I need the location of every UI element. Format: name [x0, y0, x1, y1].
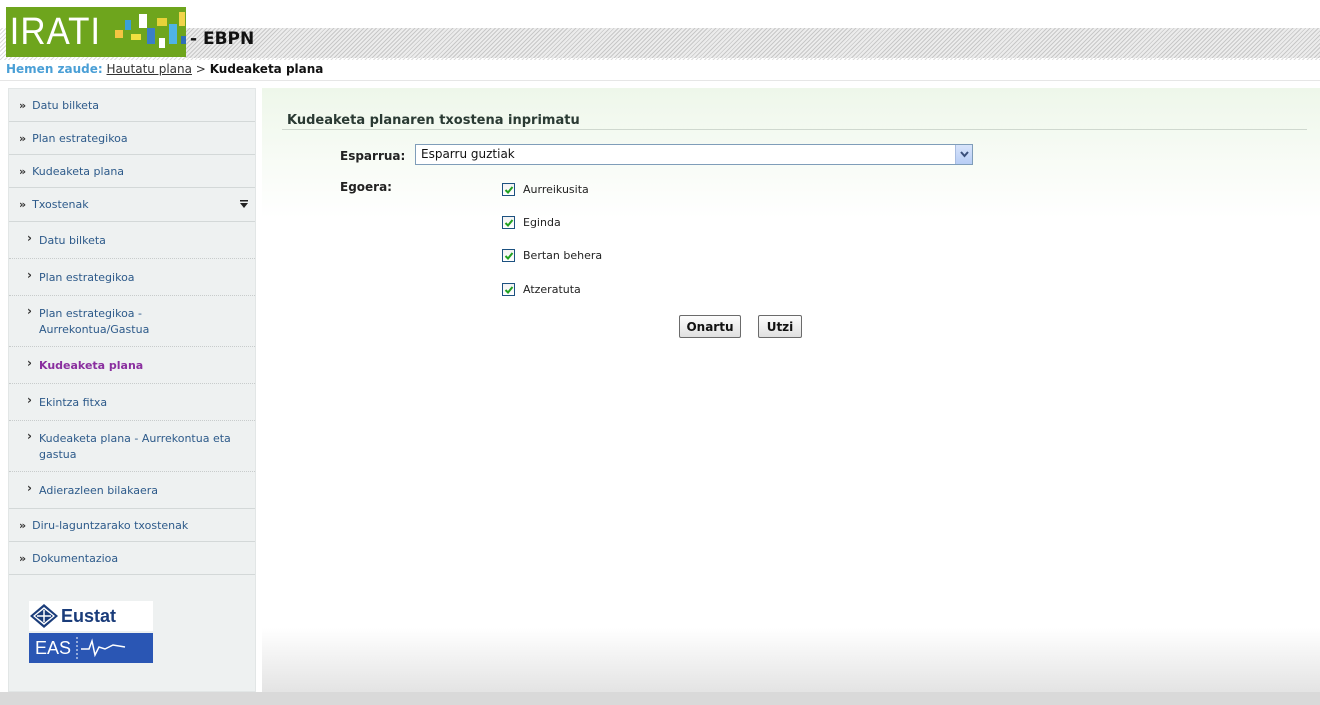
app-suffix: - EBPN	[190, 29, 255, 49]
eustat-logo-text: Eustat	[61, 605, 117, 626]
logo-text: IRATI	[9, 11, 102, 53]
footer-bar	[0, 692, 1320, 705]
sidebar-subitem-plan-estrategikoa-aurrekontua[interactable]: › Plan estrategikoa - Aurrekontua/Gastua	[9, 296, 255, 347]
sidebar-item-dokumentazioa[interactable]: » Dokumentazioa	[9, 542, 255, 575]
sidebar-subitem-adierazleen-bilakaera[interactable]: › Adierazleen bilakaera	[9, 472, 255, 509]
sidebar-item-label: Kudeaketa plana	[32, 164, 125, 178]
header-bar	[185, 28, 1320, 58]
chevron-right-icon: ›	[27, 429, 32, 443]
sidebar: » Datu bilketa » Plan estrategikoa » Kud…	[8, 88, 256, 692]
checkbox-eginda[interactable]: Eginda	[502, 216, 561, 229]
double-chevron-icon: »	[19, 518, 27, 532]
checkbox-label: Aurreikusita	[523, 183, 589, 196]
chevron-right-icon: ›	[27, 304, 32, 318]
breadcrumb-link[interactable]: Hautatu plana	[107, 62, 192, 76]
heartbeat-icon	[76, 637, 126, 659]
sidebar-item-datu-bilketa[interactable]: » Datu bilketa	[9, 89, 255, 122]
eustat-diamond-icon	[30, 604, 58, 628]
sidebar-item-plan-estrategikoa[interactable]: » Plan estrategikoa	[9, 122, 255, 155]
double-chevron-icon: »	[19, 131, 27, 145]
sidebar-item-label: Datu bilketa	[32, 98, 99, 112]
double-chevron-icon: »	[19, 98, 27, 112]
irati-logo[interactable]: IRATI	[6, 7, 186, 57]
esparrua-label: Esparrua:	[340, 149, 406, 163]
sidebar-subitem-label: Plan estrategikoa	[39, 271, 135, 284]
sidebar-subitem-label: Adierazleen bilakaera	[39, 484, 159, 497]
breadcrumb-divider	[0, 80, 1320, 81]
sidebar-item-label: Dokumentazioa	[32, 551, 119, 565]
double-chevron-icon: »	[19, 198, 27, 211]
logo-squares-icon	[113, 10, 186, 54]
utzi-button[interactable]: Utzi	[758, 315, 802, 338]
sidebar-subitem-label: Plan estrategikoa - Aurrekontua/Gastua	[39, 307, 150, 336]
checkbox-bertan-behera[interactable]: Bertan behera	[502, 249, 602, 262]
eustat-eas-logo[interactable]: Eustat EAS	[29, 601, 153, 663]
checkbox-label: Bertan behera	[523, 249, 603, 262]
main-content: Kudeaketa planaren txostena inprimatu Es…	[262, 88, 1320, 705]
sidebar-subitem-datu-bilketa[interactable]: › Datu bilketa	[9, 222, 255, 259]
sidebar-subitem-kudeaketa-plana[interactable]: › Kudeaketa plana	[9, 347, 255, 384]
sidebar-subitem-label: Datu bilketa	[39, 234, 106, 247]
onartu-button[interactable]: Onartu	[679, 315, 741, 338]
chevron-right-icon: ›	[27, 481, 32, 495]
egoera-label: Egoera:	[340, 180, 392, 194]
sidebar-item-txostenak[interactable]: » Txostenak	[9, 188, 255, 222]
sidebar-subitem-label: Kudeaketa plana - Aurrekontua eta gastua	[39, 432, 231, 461]
checkbox-label: Atzeratuta	[523, 283, 581, 296]
header: IRATI - EBPN	[0, 0, 1320, 60]
expand-arrow-icon[interactable]	[239, 199, 249, 209]
checkbox-checked-icon[interactable]	[502, 283, 515, 296]
chevron-right-icon: ›	[27, 356, 32, 370]
chevron-right-icon: ›	[27, 231, 32, 245]
breadcrumb-prefix: Hemen zaude:	[6, 62, 103, 76]
sidebar-subitem-plan-estrategikoa[interactable]: › Plan estrategikoa	[9, 259, 255, 296]
breadcrumb: Hemen zaude: Hautatu plana > Kudeaketa p…	[6, 62, 323, 76]
sidebar-item-diru-laguntzarako-txostenak[interactable]: » Diru-laguntzarako txostenak	[9, 509, 255, 542]
title-divider	[282, 129, 1307, 130]
eas-logo-text: EAS	[35, 637, 72, 658]
checkbox-atzeratuta[interactable]: Atzeratuta	[502, 283, 581, 296]
double-chevron-icon: »	[19, 164, 27, 178]
checkbox-aurreikusita[interactable]: Aurreikusita	[502, 183, 589, 196]
sidebar-subitem-label: Ekintza fitxa	[39, 396, 108, 409]
sidebar-subitem-label: Kudeaketa plana	[39, 359, 144, 372]
sidebar-item-kudeaketa-plana[interactable]: » Kudeaketa plana	[9, 155, 255, 188]
double-chevron-icon: »	[19, 551, 27, 565]
page-title: Kudeaketa planaren txostena inprimatu	[287, 113, 580, 128]
checkbox-checked-icon[interactable]	[502, 249, 515, 262]
sidebar-subitem-ekintza-fitxa[interactable]: › Ekintza fitxa	[9, 384, 255, 421]
chevron-right-icon: ›	[27, 393, 32, 407]
checkbox-label: Eginda	[523, 216, 561, 229]
sidebar-subitem-kudeaketa-plana-aurrekontua[interactable]: › Kudeaketa plana - Aurrekontua eta gast…	[9, 421, 255, 472]
checkbox-checked-icon[interactable]	[502, 216, 515, 229]
esparrua-value: Esparru guztiak	[421, 147, 515, 161]
breadcrumb-separator: >	[195, 62, 206, 76]
sidebar-item-label: Diru-laguntzarako txostenak	[32, 518, 189, 532]
esparrua-select[interactable]: Esparru guztiak	[415, 144, 973, 165]
sidebar-item-label: Plan estrategikoa	[32, 131, 128, 145]
breadcrumb-current: Kudeaketa plana	[209, 62, 324, 76]
chevron-down-icon[interactable]	[955, 145, 972, 164]
sidebar-item-label: Txostenak	[32, 198, 89, 211]
chevron-right-icon: ›	[27, 268, 32, 282]
checkbox-checked-icon[interactable]	[502, 183, 515, 196]
